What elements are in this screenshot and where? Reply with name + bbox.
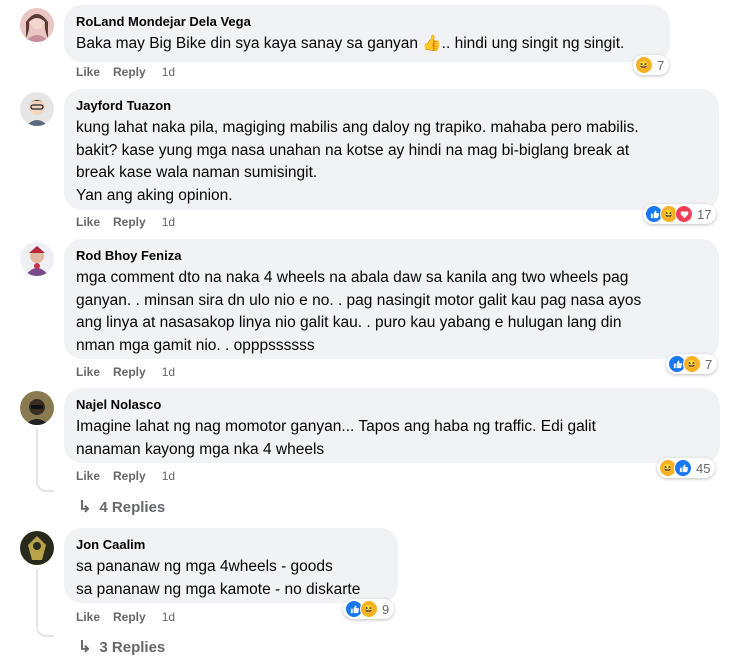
comment-actions: Like Reply 1d [76,469,188,483]
comment-bubble: Najel Nolasco Imagine lahat ng nag momot… [64,388,720,463]
avatar[interactable] [20,391,54,425]
like-link[interactable]: Like [76,365,100,379]
like-link[interactable]: Like [76,610,100,624]
avatar[interactable] [20,531,54,565]
haha-reaction-icon: 😆 [683,355,701,373]
reaction-count: 45 [696,460,711,476]
comment-text: kung lahat naka pila, magiging mabilis a… [76,119,639,204]
comment-bubble: Jayford Tuazon kung lahat naka pila, mag… [64,89,719,210]
reply-arrow-icon: ↳ [78,499,92,516]
reply-link[interactable]: Reply [113,365,146,379]
comment-author[interactable]: Jayford Tuazon [76,97,707,114]
reaction-count: 7 [657,57,665,73]
reply-link[interactable]: Reply [113,469,146,483]
thread-line [36,569,54,637]
like-reaction-icon [674,459,692,477]
avatar[interactable] [20,242,54,276]
comment-author[interactable]: RoLand Mondejar Dela Vega [76,13,658,30]
comment-bubble: Rod Bhoy Feniza mga comment dto na naka … [64,239,719,359]
replies-count-label: 4 Replies [99,499,166,516]
comment-text: sa pananaw ng mga 4wheels - goods sa pan… [76,558,361,598]
comment-timestamp[interactable]: 1d [162,610,175,624]
view-replies-link[interactable]: ↳ 4 Replies [78,497,165,517]
comment-timestamp[interactable]: 1d [162,65,175,79]
reaction-summary[interactable]: 😆 7 [666,354,718,374]
comment-actions: Like Reply 1d [76,215,188,229]
comment-actions: Like Reply 1d [76,365,188,379]
comment-text: Baka may Big Bike din sya kaya sanay sa … [76,35,625,52]
comment-timestamp[interactable]: 1d [162,365,175,379]
avatar[interactable] [20,92,54,126]
reaction-count: 17 [697,206,712,222]
reaction-summary[interactable]: 😆 9 [343,599,395,619]
comment-bubble: Jon Caalim sa pananaw ng mga 4wheels - g… [64,528,398,603]
reaction-count: 9 [382,601,390,617]
love-reaction-icon [675,205,693,223]
haha-reaction-icon: 😆 [360,600,378,618]
comment-text: mga comment dto na naka 4 wheels na abal… [76,269,642,354]
reply-link[interactable]: Reply [113,65,146,79]
comment-author[interactable]: Rod Bhoy Feniza [76,247,707,264]
reply-link[interactable]: Reply [113,215,146,229]
reply-link[interactable]: Reply [113,610,146,624]
comment-timestamp[interactable]: 1d [162,469,175,483]
view-replies-link[interactable]: ↳ 3 Replies [78,637,165,657]
haha-reaction-icon: 😆 [635,56,653,74]
reaction-summary[interactable]: 😆 17 [643,204,717,224]
thread-line [36,428,54,492]
comment-actions: Like Reply 1d [76,65,188,79]
comment-actions: Like Reply 1d [76,610,188,624]
reaction-summary[interactable]: 😆 7 [633,55,670,75]
comment-author[interactable]: Najel Nolasco [76,396,708,413]
reaction-summary[interactable]: 😆 45 [657,458,716,478]
like-link[interactable]: Like [76,215,100,229]
comment-bubble: RoLand Mondejar Dela Vega Baka may Big B… [64,5,670,62]
like-link[interactable]: Like [76,469,100,483]
reaction-count: 7 [705,356,713,372]
reply-arrow-icon: ↳ [78,639,92,656]
comment-author[interactable]: Jon Caalim [76,536,386,553]
like-link[interactable]: Like [76,65,100,79]
comment-text: Imagine lahat ng nag momotor ganyan... T… [76,418,596,458]
comment-timestamp[interactable]: 1d [162,215,175,229]
avatar[interactable] [20,8,54,42]
